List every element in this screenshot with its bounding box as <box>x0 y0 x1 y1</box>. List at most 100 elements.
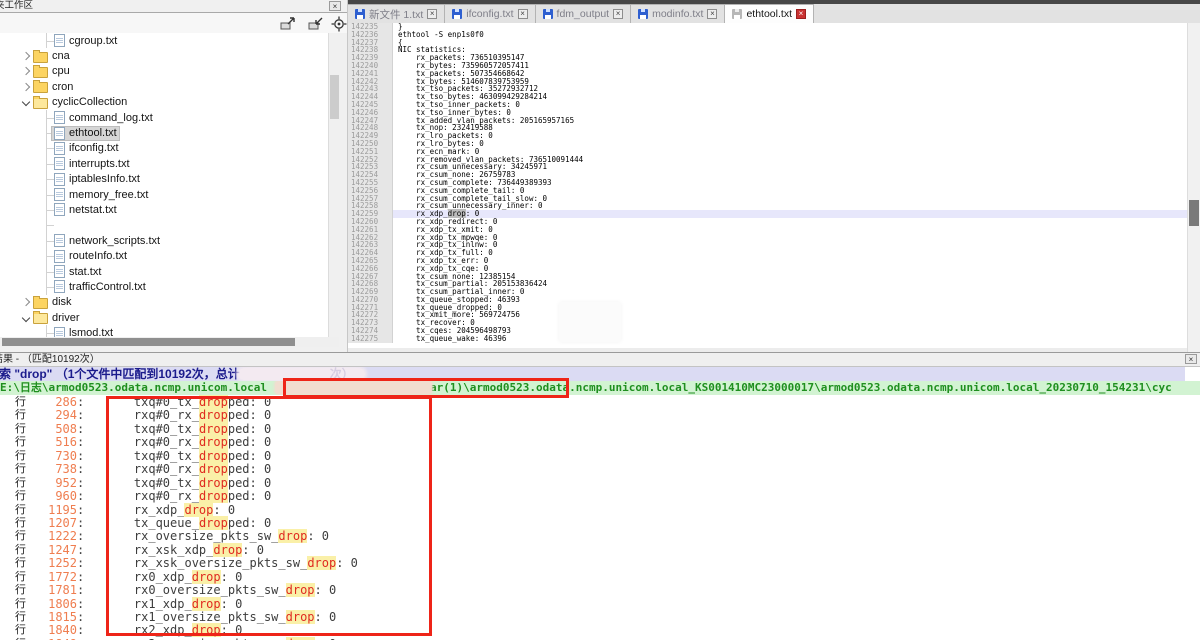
result-row[interactable]: 行1247: rx_xsk_xdp_drop: 0 <box>0 544 1200 557</box>
scrollbar-thumb[interactable] <box>2 338 295 346</box>
folder-row[interactable]: cyclicCollection <box>20 96 130 109</box>
tab-close-icon[interactable]: × <box>613 9 623 19</box>
tab-modinfo[interactable]: modinfo.txt× <box>631 4 725 23</box>
tab-fdm-output[interactable]: fdm_output× <box>536 4 632 23</box>
tree-item-cna[interactable]: cna <box>0 48 328 63</box>
result-row[interactable]: 行294: rxq#0_rx_dropped: 0 <box>0 409 1200 422</box>
close-icon[interactable]: × <box>1185 354 1197 364</box>
save-floppy-icon <box>543 9 553 19</box>
folder-icon <box>33 82 48 93</box>
editor-text-view[interactable]: 142235}142236ethtool -S enp1s0f0142237{1… <box>348 23 1188 348</box>
file-row[interactable]: interrupts.txt <box>51 157 133 170</box>
editor-line[interactable]: 142236ethtool -S enp1s0f0 <box>348 31 1188 39</box>
tree-item-cycliccollection[interactable]: cyclicCollection <box>0 95 328 110</box>
result-row[interactable]: 行738: rxq#0_rx_dropped: 0 <box>0 463 1200 476</box>
tooltip-ghost <box>559 302 621 342</box>
file-row[interactable]: command_log.txt <box>51 111 156 124</box>
result-row[interactable]: 行286: txq#0_tx_dropped: 0 <box>0 396 1200 409</box>
tree-item-cgroup-txt[interactable]: cgroup.txt <box>0 33 328 48</box>
result-row-colon: : <box>77 504 84 517</box>
file-row[interactable]: network_scripts.txt <box>51 234 163 247</box>
result-row[interactable]: 行1222: rx_oversize_pkts_sw_drop: 0 <box>0 530 1200 543</box>
tab-label: ethtool.txt <box>746 8 792 20</box>
folder-row[interactable]: disk <box>20 296 75 309</box>
tree-item-label: netstat.txt <box>69 204 117 216</box>
result-row[interactable]: 行1252: rx_xsk_oversize_pkts_sw_drop: 0 <box>0 557 1200 570</box>
tab-new-file-1[interactable]: 新文件 1.txt× <box>348 4 445 23</box>
result-row[interactable]: 行508: txq#0_tx_dropped: 0 <box>0 423 1200 436</box>
file-row[interactable]: memory_free.txt <box>51 188 151 201</box>
result-row[interactable]: 行730: txq#0_tx_dropped: 0 <box>0 450 1200 463</box>
folder-icon <box>33 313 48 324</box>
tree-horizontal-scrollbar[interactable] <box>0 337 339 347</box>
tree-item-lsmod-txt[interactable]: lsmod.txt <box>0 325 328 337</box>
file-row[interactable]: stat.txt <box>51 265 104 278</box>
tree-item-netstat-txt[interactable]: netstat.txt <box>0 202 328 217</box>
result-row[interactable]: 行952: txq#0_tx_dropped: 0 <box>0 477 1200 490</box>
locate-current-file-icon[interactable] <box>331 16 347 32</box>
tree-item-memory-free-txt[interactable]: memory_free.txt <box>0 187 328 202</box>
search-summary-row[interactable]: 搜索 "drop" （1个文件中匹配到10192次，总计次） <box>0 367 1185 381</box>
tab-ethtool[interactable]: ethtool.txt × <box>725 4 814 24</box>
collapse-all-icon[interactable] <box>308 16 324 32</box>
tree-item-routeinfo-txt[interactable]: routeInfo.txt <box>0 248 328 263</box>
result-row[interactable]: 行1815: rx1_oversize_pkts_sw_drop: 0 <box>0 611 1200 624</box>
tab-close-icon[interactable]: × <box>707 9 717 19</box>
save-floppy-icon <box>355 9 365 19</box>
tab-ifconfig[interactable]: ifconfig.txt× <box>445 4 535 23</box>
chevron-right-icon[interactable] <box>22 83 30 91</box>
editor-vertical-scrollbar[interactable] <box>1187 23 1200 352</box>
result-row[interactable]: 行516: rxq#0_rx_dropped: 0 <box>0 436 1200 449</box>
editor-line[interactable]: 142275 tx_queue_wake: 46396 <box>348 335 1188 343</box>
file-row[interactable]: netstat.txt <box>51 203 120 216</box>
editor-line[interactable]: 142237{ <box>348 39 1188 47</box>
file-row[interactable]: ethtool.txt <box>51 126 120 141</box>
tree-item-disk[interactable]: disk <box>0 295 328 310</box>
result-row-line-number: 960 <box>28 490 77 503</box>
expand-all-icon[interactable] <box>280 16 296 32</box>
file-row[interactable]: cgroup.txt <box>51 34 120 47</box>
file-row[interactable]: trafficControl.txt <box>51 280 149 293</box>
chevron-right-icon[interactable] <box>22 298 30 306</box>
folder-row[interactable]: cron <box>20 80 76 93</box>
tree-item-cron[interactable]: cron <box>0 79 328 94</box>
chevron-down-icon[interactable] <box>22 98 30 106</box>
file-row[interactable]: lsmod.txt <box>51 327 116 337</box>
result-row[interactable]: 行960: rxq#0_rx_dropped: 0 <box>0 490 1200 503</box>
scrollbar-thumb[interactable] <box>1189 200 1199 226</box>
tree-item-interrupts-txt[interactable]: interrupts.txt <box>0 156 328 171</box>
close-icon[interactable]: × <box>329 1 341 11</box>
tree-item-ifconfig-txt[interactable]: ifconfig.txt <box>0 141 328 156</box>
result-row[interactable]: 行1772: rx0_xdp_drop: 0 <box>0 571 1200 584</box>
result-row[interactable]: 行1806: rx1_xdp_drop: 0 <box>0 598 1200 611</box>
file-row[interactable]: iptablesInfo.txt <box>51 173 143 186</box>
file-row[interactable]: routeInfo.txt <box>51 250 130 263</box>
tab-close-icon[interactable]: × <box>518 9 528 19</box>
result-row-line-label: 行 <box>15 611 28 624</box>
result-row[interactable]: 行1207: tx_queue_dropped: 0 <box>0 517 1200 530</box>
tab-close-icon[interactable]: × <box>427 9 437 19</box>
search-file-path-row[interactable]: E:\日志\armod0523.odata.ncmp.unicom.local … <box>0 381 1200 395</box>
result-row[interactable]: 行1781: rx0_oversize_pkts_sw_drop: 0 <box>0 584 1200 597</box>
tree-vertical-scrollbar[interactable] <box>328 33 340 337</box>
tree-item-ethtool-txt[interactable]: ethtool.txt <box>0 125 328 140</box>
result-row[interactable]: 行1840: rx2_xdp_drop: 0 <box>0 624 1200 637</box>
tree-item-network-scripts-txt[interactable]: network_scripts.txt <box>0 233 328 248</box>
chevron-down-icon[interactable] <box>22 313 30 321</box>
folder-row[interactable]: driver <box>20 311 83 324</box>
tree-item-command-log-txt[interactable]: command_log.txt <box>0 110 328 125</box>
tab-close-icon[interactable]: × <box>796 9 806 19</box>
tree-item-trafficcontrol-txt[interactable]: trafficControl.txt <box>0 279 328 294</box>
file-icon <box>54 234 65 247</box>
tree-item-stat-txt[interactable]: stat.txt <box>0 264 328 279</box>
tree-item-iptablesinfo-txt[interactable]: iptablesInfo.txt <box>0 172 328 187</box>
chevron-right-icon[interactable] <box>22 52 30 60</box>
folder-row[interactable]: cna <box>20 50 73 63</box>
chevron-right-icon[interactable] <box>22 67 30 75</box>
folder-row[interactable]: cpu <box>20 65 73 78</box>
file-row[interactable]: ifconfig.txt <box>51 142 122 155</box>
tree-item-cpu[interactable]: cpu <box>0 64 328 79</box>
result-row[interactable]: 行1195: rx_xdp_drop: 0 <box>0 504 1200 517</box>
tree-item-driver[interactable]: driver <box>0 310 328 325</box>
scrollbar-thumb[interactable] <box>330 75 339 119</box>
